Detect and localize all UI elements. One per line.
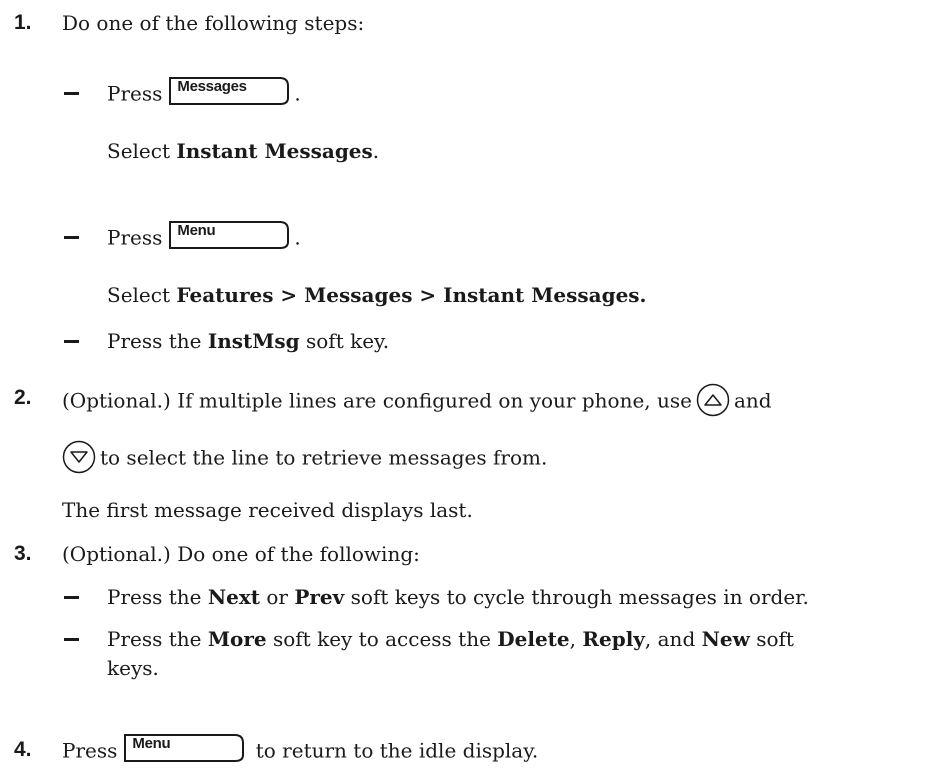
mid-text: ,	[569, 627, 583, 651]
option-line: Press the Next or Prev soft keys to cycl…	[107, 584, 809, 610]
mid-text: soft key to access the	[266, 627, 498, 651]
step-number: 1.	[14, 11, 32, 34]
step-text: (Optional.) Do one of the following:	[62, 542, 420, 566]
tail-text: soft keys to cycle through messages in o…	[344, 585, 809, 609]
bullet-dash	[64, 340, 79, 343]
mid-text: or	[260, 585, 295, 609]
option-prefix: Press	[107, 225, 163, 250]
option-line: Press the InstMsg soft key.	[107, 328, 389, 354]
up-arrow-key-icon	[696, 383, 730, 417]
step-line1-end: and	[734, 388, 772, 413]
key-label: Menu	[132, 735, 171, 752]
bullet-dash	[64, 638, 79, 641]
step-text: Do one of the following steps:	[62, 11, 365, 35]
option-prefix: Press	[107, 81, 163, 106]
lead-text: Press the	[107, 585, 208, 609]
sub-tail: .	[372, 139, 380, 163]
step-prefix: Press	[62, 738, 118, 763]
option-line-continued: keys.	[107, 656, 159, 680]
down-arrow-key-glyph	[62, 440, 96, 474]
tail-text: soft	[749, 627, 794, 651]
more-key-name: More	[207, 627, 267, 651]
option-suffix: .	[294, 225, 301, 250]
new-key-name: New	[701, 627, 750, 651]
bullet-dash	[64, 596, 79, 599]
key-label: Messages	[177, 78, 247, 95]
tail-text: soft key.	[299, 329, 390, 353]
lead-text: Press the	[107, 329, 208, 353]
mid-text: , and	[644, 627, 702, 651]
step-line1: (Optional.) If multiple lines are config…	[62, 388, 692, 413]
option-subline: Select Features > Messages > Instant Mes…	[107, 282, 647, 308]
instmsg-key-name: InstMsg	[207, 329, 300, 353]
bullet-dash	[64, 92, 79, 95]
option-suffix: .	[294, 81, 301, 106]
bullet-dash	[64, 236, 79, 239]
step-line2: to select the line to retrieve messages …	[100, 445, 548, 470]
step-number: 3.	[14, 542, 32, 565]
step-note: The first message received displays last…	[62, 498, 473, 522]
sub-bold: Features > Messages > Instant Messages.	[176, 283, 647, 307]
delete-key-name: Delete	[497, 627, 570, 651]
sub-lead: Select	[107, 139, 177, 163]
messages-key-icon: Messages	[168, 76, 290, 106]
menu-key-icon: Menu	[168, 220, 290, 250]
prev-key-name: Prev	[294, 585, 345, 609]
step-number: 2.	[14, 386, 32, 409]
step-number: 4.	[14, 738, 32, 761]
lead-text: Press the	[107, 627, 208, 651]
step-suffix: to return to the idle display.	[255, 738, 539, 763]
step-text: (Optional.) If multiple lines are config…	[62, 383, 772, 419]
sub-lead: Select	[107, 283, 177, 307]
menu-key-icon: Menu	[123, 733, 245, 763]
option-line: Press Messages .	[107, 77, 301, 110]
option-subline: Select Instant Messages.	[107, 138, 379, 164]
option-line: Press the More soft key to access the De…	[107, 626, 794, 652]
down-arrow-key-icon	[62, 440, 96, 474]
sub-bold: Instant Messages	[176, 139, 373, 163]
option-line: Press Menu .	[107, 221, 301, 254]
key-label: Menu	[177, 222, 216, 239]
next-key-name: Next	[207, 585, 261, 609]
up-arrow-key-glyph	[696, 383, 730, 417]
reply-key-name: Reply	[582, 627, 645, 651]
step-text: Press Menu to return to the idle display…	[62, 734, 539, 767]
step-text-line2: to select the line to retrieve messages …	[62, 440, 548, 476]
